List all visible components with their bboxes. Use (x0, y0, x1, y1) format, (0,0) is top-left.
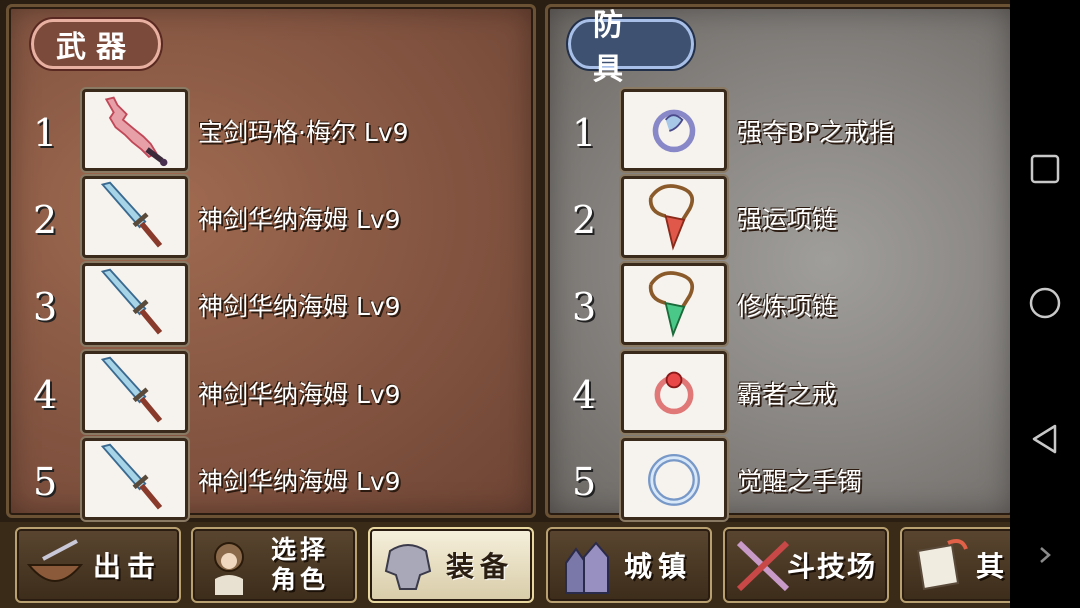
select-character-line-1: 选择 (271, 535, 330, 564)
red-necklace-icon (621, 176, 727, 258)
circle-icon[interactable] (1028, 286, 1062, 320)
armor-slot-4[interactable]: 4 霸者之戒 (548, 351, 1010, 437)
slot-number: 5 (572, 460, 597, 504)
blue-sword-icon (82, 263, 188, 345)
town-button[interactable]: 城镇 (546, 527, 712, 603)
slot-number: 3 (33, 285, 58, 329)
slot-number: 4 (33, 373, 58, 417)
crimson-sword-icon (82, 89, 188, 171)
weapon-name: 神剑华纳海姆 Lv9 (198, 292, 401, 321)
armor-name: 觉醒之手镯 (737, 467, 863, 496)
armor-slot-1[interactable]: 1 强夺BP之戒指 (548, 89, 1010, 175)
armor-panel: 防具 1 强夺BP之戒指 2 强运项链 3 修炼项链 4 霸者之戒 5 觉醒之手… (545, 4, 1010, 520)
slot-number: 1 (572, 111, 597, 155)
slot-number: 5 (33, 460, 58, 504)
slot-number: 2 (572, 198, 597, 242)
sortie-label: 出击 (93, 550, 162, 583)
select-character-line-2: 角色 (271, 565, 330, 594)
armor-title: 防具 (568, 8, 694, 87)
weapon-slot-4[interactable]: 4 神剑华纳海姆 Lv9 (9, 351, 533, 437)
sortie-button[interactable]: 出击 (15, 527, 181, 603)
armor-icon (376, 535, 440, 597)
weapon-slot-1[interactable]: 1 宝剑玛格·梅尔 Lv9 (9, 89, 533, 175)
weapon-name: 神剑华纳海姆 Lv9 (198, 380, 401, 409)
armor-name: 霸者之戒 (737, 380, 838, 409)
arena-label: 斗技场 (787, 550, 878, 583)
crossed-swords-icon (731, 535, 795, 597)
armor-slot-3[interactable]: 3 修炼项链 (548, 263, 1010, 349)
weapon-slot-2[interactable]: 2 神剑华纳海姆 Lv9 (9, 176, 533, 262)
weapon-slot-3[interactable]: 3 神剑华纳海姆 Lv9 (9, 263, 533, 349)
scroll-icon (908, 535, 972, 597)
slot-number: 4 (572, 373, 597, 417)
boat-icon (23, 535, 87, 597)
weapons-panel: 武器 1 宝剑玛格·梅尔 Lv9 2 神剑华纳海姆 Lv9 3 神剑华纳海姆 L… (6, 4, 536, 520)
bottom-nav-bar: 出击 选择 角色 装备 城镇 斗技场 其 (0, 522, 1010, 608)
armor-slot-2[interactable]: 2 强运项链 (548, 176, 1010, 262)
equip-button[interactable]: 装备 (368, 527, 534, 603)
town-label: 城镇 (624, 550, 693, 583)
system-nav-bar (1010, 0, 1080, 608)
character-icon (199, 535, 263, 597)
castle-icon (554, 535, 618, 597)
bracelet-icon (621, 438, 727, 520)
weapons-title: 武器 (31, 19, 161, 69)
weapon-slot-5[interactable]: 5 神剑华纳海姆 Lv9 (9, 438, 533, 524)
select-character-button[interactable]: 选择 角色 (191, 527, 357, 603)
weapon-name: 宝剑玛格·梅尔 Lv9 (198, 118, 409, 147)
slot-number: 1 (33, 111, 58, 155)
armor-name: 强夺BP之戒指 (737, 118, 895, 147)
armor-slot-5[interactable]: 5 觉醒之手镯 (548, 438, 1010, 524)
blue-sword-icon (82, 351, 188, 433)
slot-number: 3 (572, 285, 597, 329)
other-label: 其 (976, 550, 1010, 583)
red-ring-icon (621, 351, 727, 433)
blue-sword-icon (82, 176, 188, 258)
equip-label: 装备 (446, 550, 515, 583)
game-screen: 武器 1 宝剑玛格·梅尔 Lv9 2 神剑华纳海姆 Lv9 3 神剑华纳海姆 L… (0, 0, 1010, 608)
ring-icon (621, 89, 727, 171)
other-button[interactable]: 其 (900, 527, 1010, 603)
weapon-name: 神剑华纳海姆 Lv9 (198, 467, 401, 496)
square-icon[interactable] (1028, 152, 1062, 186)
armor-name: 强运项链 (737, 205, 838, 234)
green-necklace-icon (621, 263, 727, 345)
back-triangle-icon[interactable] (1028, 422, 1062, 456)
blue-sword-icon (82, 438, 188, 520)
armor-name: 修炼项链 (737, 292, 838, 321)
arena-button[interactable]: 斗技场 (723, 527, 889, 603)
weapon-name: 神剑华纳海姆 Lv9 (198, 205, 401, 234)
slot-number: 2 (33, 198, 58, 242)
chevron-right-icon[interactable] (1034, 544, 1056, 566)
select-character-label: 选择 角色 (271, 529, 351, 601)
